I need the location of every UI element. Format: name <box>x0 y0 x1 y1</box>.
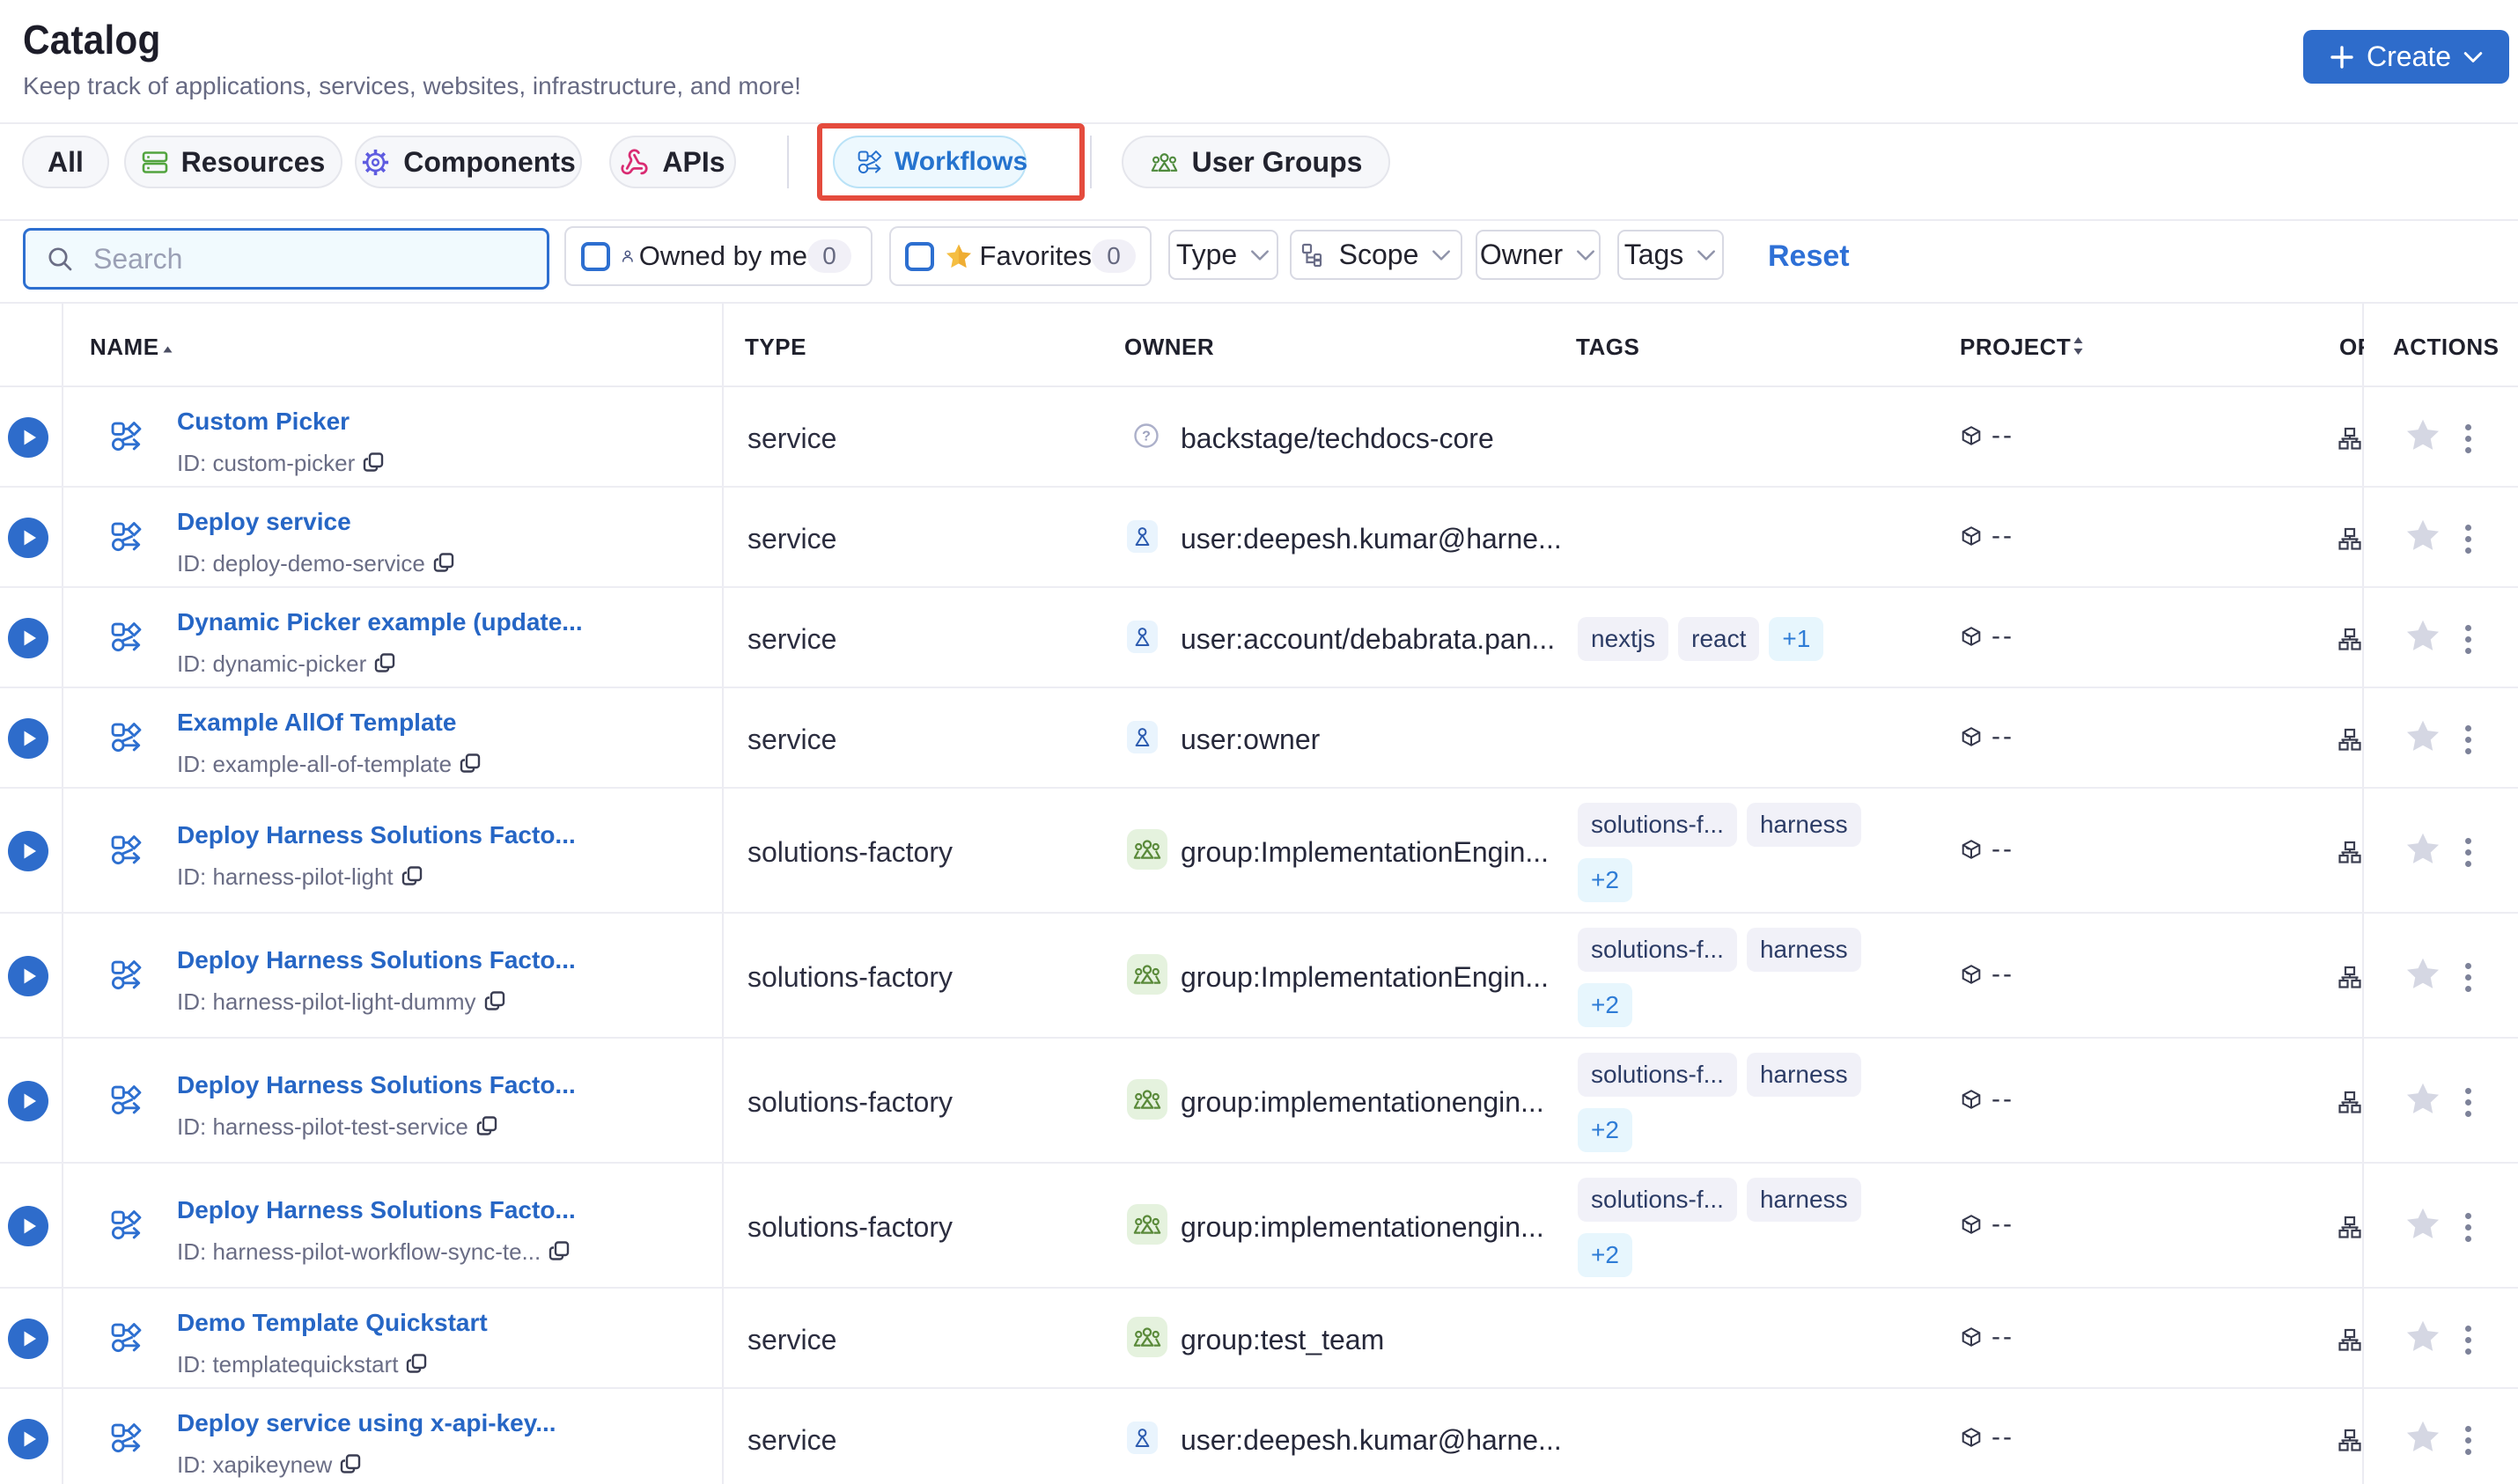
svg-text:?: ? <box>1142 430 1151 444</box>
